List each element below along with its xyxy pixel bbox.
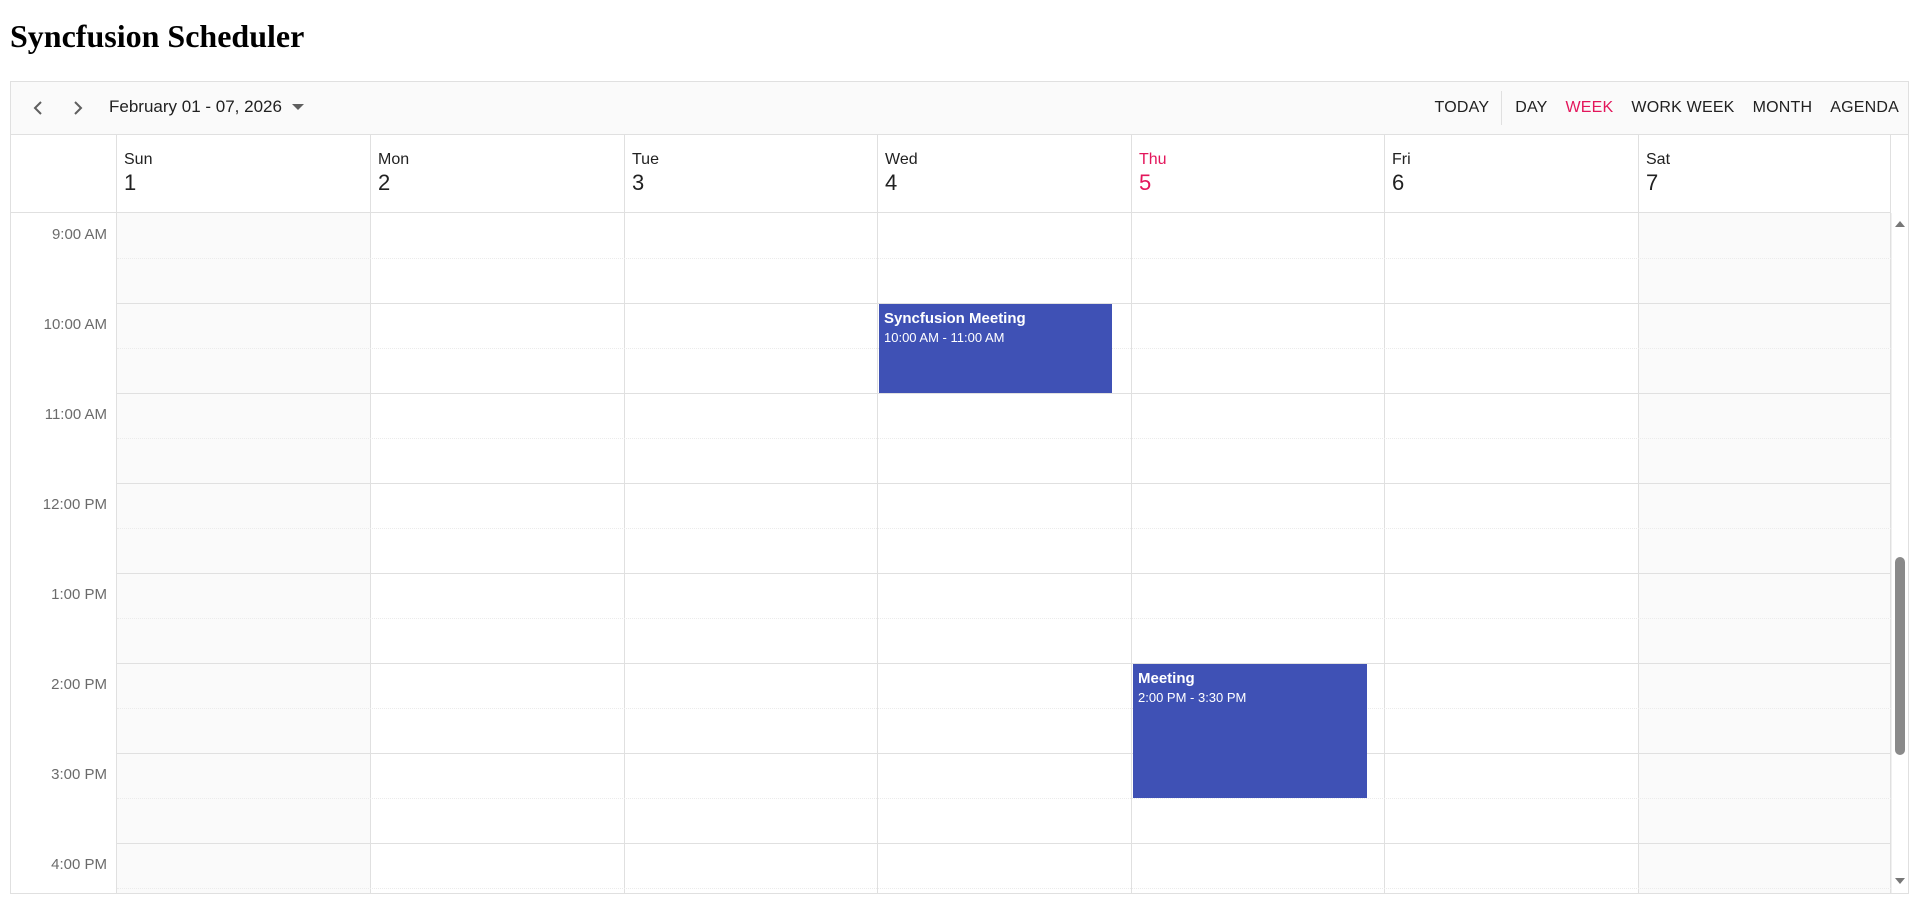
header-corner <box>11 135 117 212</box>
scroll-up-icon[interactable] <box>1895 220 1905 228</box>
day-header-sat[interactable]: Sat 7 <box>1639 135 1891 212</box>
appointment-time: 2:00 PM - 3:30 PM <box>1138 690 1247 705</box>
half-hour-line <box>117 708 1891 709</box>
day-name: Tue <box>632 151 659 168</box>
hour-line <box>117 393 1891 394</box>
page-title: Syncfusion Scheduler <box>10 18 305 54</box>
day-column-fri[interactable] <box>1385 213 1639 893</box>
date-header-row: Sun 1 Mon 2 Tue 3 Wed 4 Thu 5 Fri 6 Sat … <box>11 135 1891 213</box>
day-date[interactable]: 5 <box>1139 170 1384 196</box>
day-date[interactable]: 4 <box>885 170 1131 196</box>
week-grid: Syncfusion Meeting 10:00 AM - 11:00 AM M… <box>117 213 1891 893</box>
today-button[interactable]: TODAY <box>1426 99 1499 117</box>
view-work-week-button[interactable]: WORK WEEK <box>1622 99 1743 117</box>
day-name: Sat <box>1646 151 1671 168</box>
day-header-fri[interactable]: Fri 6 <box>1385 135 1639 212</box>
day-name: Wed <box>885 151 918 168</box>
view-week-button[interactable]: WEEK <box>1557 99 1623 117</box>
appointment-syncfusion-meeting[interactable]: Syncfusion Meeting 10:00 AM - 11:00 AM <box>879 304 1112 393</box>
day-date[interactable]: 1 <box>124 170 370 196</box>
time-label: 2:00 PM <box>51 676 107 693</box>
chevron-right-icon <box>74 101 83 115</box>
day-date[interactable]: 3 <box>632 170 877 196</box>
scrollbar-thumb[interactable] <box>1895 557 1905 755</box>
view-switcher: TODAY DAY WEEK WORK WEEK MONTH AGENDA <box>1426 82 1908 134</box>
caret-down-icon <box>291 104 304 110</box>
day-name: Sun <box>124 151 153 168</box>
time-label: 4:00 PM <box>51 856 107 873</box>
hour-line <box>117 843 1891 844</box>
date-range-label: February 01 - 07, 2026 <box>109 97 282 116</box>
appointment-subject: Syncfusion Meeting <box>884 310 1026 327</box>
scroll-down-icon[interactable] <box>1895 877 1905 885</box>
date-range-picker[interactable]: February 01 - 07, 2026 <box>109 97 304 117</box>
half-hour-line <box>117 888 1891 889</box>
day-header-sun[interactable]: Sun 1 <box>117 135 371 212</box>
half-hour-line <box>117 438 1891 439</box>
time-label: 10:00 AM <box>43 316 107 333</box>
appointment-meeting[interactable]: Meeting 2:00 PM - 3:30 PM <box>1133 664 1367 798</box>
vertical-scrollbar[interactable] <box>1891 213 1908 893</box>
day-name: Thu <box>1139 151 1167 168</box>
day-date[interactable]: 2 <box>378 170 624 196</box>
day-date[interactable]: 7 <box>1646 170 1890 196</box>
day-column-sat[interactable] <box>1639 213 1891 893</box>
hour-line <box>117 663 1891 664</box>
day-column-sun[interactable] <box>117 213 371 893</box>
day-header-wed[interactable]: Wed 4 <box>878 135 1132 212</box>
toolbar-separator <box>1501 91 1503 125</box>
time-label: 9:00 AM <box>51 226 107 243</box>
scheduler: February 01 - 07, 2026 TODAY DAY WEEK WO… <box>10 81 1909 894</box>
day-header-tue[interactable]: Tue 3 <box>625 135 878 212</box>
scheduler-toolbar: February 01 - 07, 2026 TODAY DAY WEEK WO… <box>11 82 1908 135</box>
previous-button[interactable] <box>25 95 51 121</box>
day-column-tue[interactable] <box>625 213 878 893</box>
day-column-mon[interactable] <box>371 213 625 893</box>
view-day-button[interactable]: DAY <box>1506 99 1556 117</box>
day-date[interactable]: 6 <box>1392 170 1638 196</box>
hour-line <box>117 483 1891 484</box>
day-name: Mon <box>378 151 410 168</box>
view-agenda-button[interactable]: AGENDA <box>1821 99 1908 117</box>
time-label: 1:00 PM <box>51 586 107 603</box>
time-label: 12:00 PM <box>42 496 107 513</box>
scheduler-body: 9:00 AM 10:00 AM 11:00 AM 12:00 PM 1:00 … <box>11 213 1891 893</box>
view-month-button[interactable]: MONTH <box>1744 99 1822 117</box>
half-hour-line <box>117 528 1891 529</box>
day-header-mon[interactable]: Mon 2 <box>371 135 625 212</box>
time-axis: 9:00 AM 10:00 AM 11:00 AM 12:00 PM 1:00 … <box>11 213 117 893</box>
half-hour-line <box>117 798 1891 799</box>
hour-line <box>117 753 1891 754</box>
hour-line <box>117 573 1891 574</box>
appointment-time: 10:00 AM - 11:00 AM <box>884 330 1005 345</box>
time-label: 3:00 PM <box>51 766 107 783</box>
chevron-left-icon <box>33 101 42 115</box>
time-label: 11:00 AM <box>44 406 107 423</box>
day-header-thu[interactable]: Thu 5 <box>1132 135 1385 212</box>
day-name: Fri <box>1392 151 1411 168</box>
half-hour-line <box>117 258 1891 259</box>
appointment-subject: Meeting <box>1138 670 1195 687</box>
half-hour-line <box>117 618 1891 619</box>
next-button[interactable] <box>65 95 91 121</box>
